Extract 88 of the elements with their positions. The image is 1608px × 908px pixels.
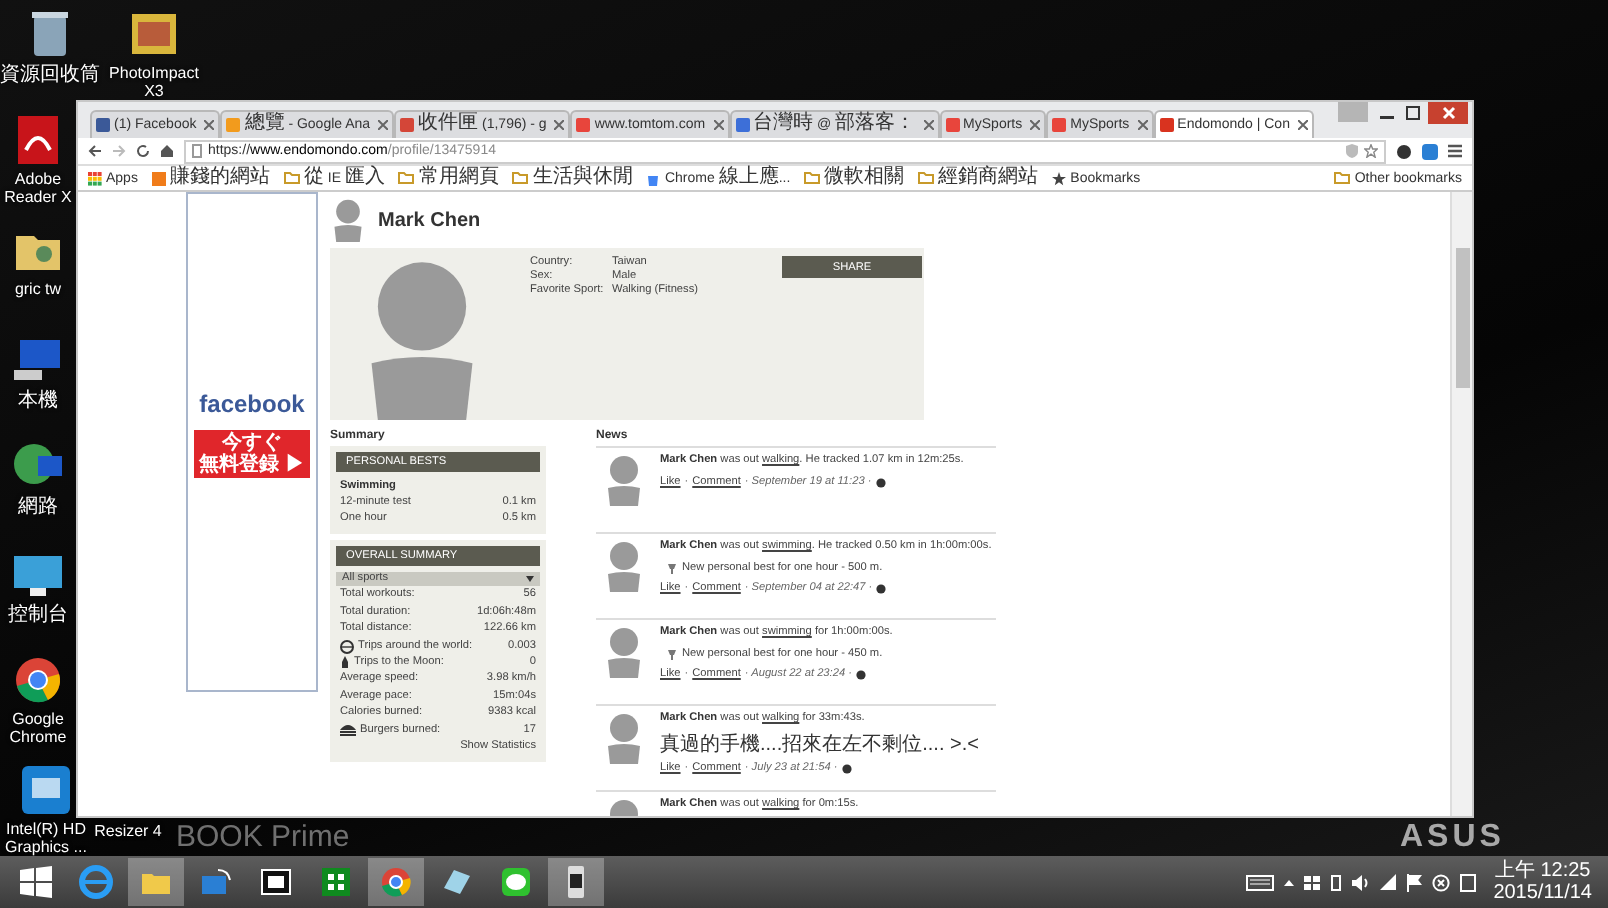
site-icon (576, 118, 591, 132)
windows-flag-icon[interactable] (1303, 873, 1320, 891)
reload-icon[interactable] (136, 144, 150, 158)
close-icon[interactable] (1297, 120, 1308, 130)
site-icon (400, 118, 415, 132)
menu-icon[interactable] (1448, 144, 1462, 158)
wallpaper-logo: ASUS (1400, 822, 1505, 854)
star-icon[interactable] (1364, 144, 1378, 158)
signal-icon[interactable] (1379, 873, 1396, 891)
person-silhouette-icon (604, 626, 644, 678)
close-icon[interactable] (1030, 120, 1041, 130)
browser-e-icon (78, 864, 114, 900)
site-icon (1052, 118, 1067, 132)
folder-icon (398, 172, 415, 184)
bookmark-page-icon (151, 171, 166, 185)
keyboard-icon[interactable] (1245, 873, 1274, 891)
desktop-icon-label[interactable]: 控制台 (8, 604, 68, 626)
profile-name: Mark Chen (378, 209, 481, 231)
desktop-icon-label[interactable]: Google Chrome (0, 710, 76, 746)
site-icon (1159, 118, 1174, 132)
close-icon[interactable] (378, 120, 389, 130)
brand-logo: facebook (199, 390, 305, 418)
bookmark-item[interactable]: 常用網頁 (418, 166, 499, 190)
bookmark-item[interactable]: 微軟相關 (824, 166, 905, 190)
taskbar-app-button[interactable] (548, 858, 604, 906)
bookmark-item[interactable]: 經銷商網站 (938, 166, 1039, 190)
burger-icon (340, 724, 356, 737)
wireless-display-icon (198, 864, 234, 900)
desktop-icon-label[interactable]: Intel(R) HD Graphics ... (0, 820, 92, 856)
battery-icon[interactable] (1329, 873, 1342, 891)
home-icon[interactable] (160, 144, 174, 158)
apps-grid-icon (88, 171, 102, 185)
store-bag-icon (318, 864, 354, 900)
close-icon[interactable] (554, 120, 565, 130)
notes-icon[interactable] (1459, 873, 1476, 891)
rocket-icon (340, 656, 350, 671)
desktop-icon-label[interactable]: 網路 (18, 496, 58, 518)
desktop-icon-label[interactable]: Resizer 4 (94, 822, 162, 840)
desktop-icon-label[interactable]: 本機 (18, 390, 58, 412)
scrollbar-thumb[interactable] (1455, 248, 1469, 388)
folder-icon (512, 172, 529, 184)
flag-icon[interactable] (1405, 873, 1422, 891)
close-icon[interactable] (1137, 120, 1148, 130)
page-icon (192, 144, 202, 158)
person-silhouette-icon (604, 454, 644, 506)
speaker-icon[interactable] (1351, 873, 1370, 891)
folder-icon (1334, 172, 1351, 184)
bookmark-item[interactable]: 賺錢的網站 (169, 166, 270, 190)
close-icon[interactable] (204, 120, 215, 130)
site-icon (226, 118, 241, 132)
desktop-icon-label[interactable]: Adobe Reader X (0, 170, 76, 206)
trophy-icon (668, 563, 676, 574)
caret-down-icon (526, 575, 534, 582)
comment-message: 真過的手機....招來在左不剩位.... >.< (660, 733, 981, 755)
folder-icon (283, 172, 300, 184)
back-arrow-icon[interactable] (88, 144, 102, 158)
person-silhouette-icon (604, 540, 644, 592)
wallpaper-text: BOOK Prime (176, 820, 350, 854)
site-icon (735, 118, 750, 132)
star-icon (1052, 171, 1067, 185)
signup-button[interactable]: 今すぐ 無料登録 ▶ (194, 430, 310, 478)
maximize-button[interactable] (1402, 102, 1424, 124)
trophy-icon (668, 649, 676, 660)
close-icon[interactable] (923, 120, 934, 130)
close-icon[interactable] (713, 120, 724, 130)
taskbar-clock[interactable]: 上午 12:25 2015/11/14 (1493, 860, 1592, 904)
glass-pane-icon (438, 864, 474, 900)
folder-icon (804, 172, 821, 184)
desktop-icon-label[interactable]: 資源回收筒 (0, 64, 100, 86)
person-silhouette-icon (604, 712, 644, 764)
desktop-icon-label[interactable]: PhotoImpact X3 (108, 64, 200, 100)
desktop-icon-label[interactable]: gric tw (14, 280, 62, 298)
folder-icon (918, 172, 935, 184)
windows-logo-icon (20, 866, 52, 898)
chrome-icon (378, 864, 414, 900)
graphics-app-icon[interactable] (16, 760, 76, 820)
bookmark-item[interactable]: 生活與休閒 (532, 166, 633, 190)
close-icon (1441, 106, 1455, 120)
store-icon (646, 171, 661, 185)
person-silhouette-icon (330, 198, 366, 242)
archive-app-icon (258, 864, 294, 900)
maximize-icon (1406, 106, 1420, 120)
site-icon (96, 118, 110, 132)
scrollbar[interactable] (1450, 192, 1472, 816)
site-icon (945, 118, 960, 132)
close-button[interactable] (1428, 102, 1468, 124)
circle-x-icon[interactable] (1431, 873, 1450, 891)
chat-bubble-icon (498, 864, 534, 900)
